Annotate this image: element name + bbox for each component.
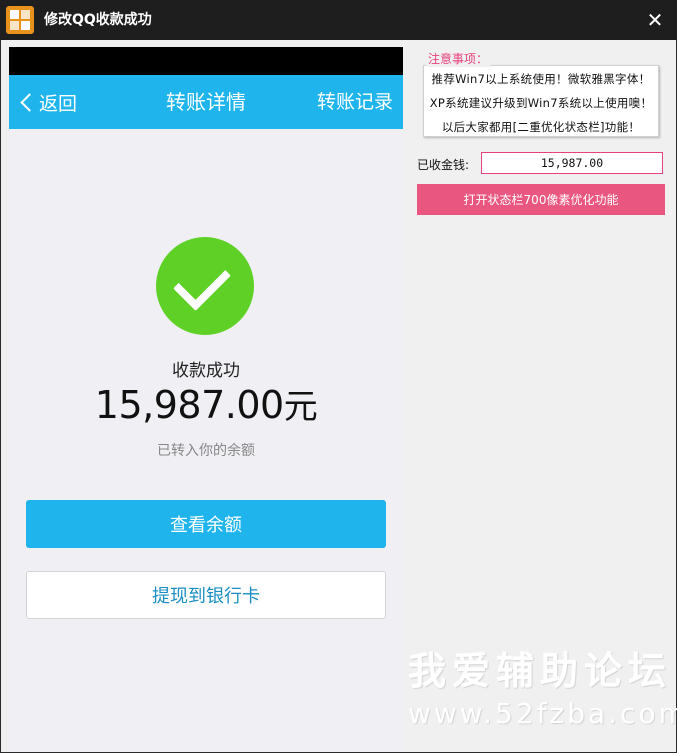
note-line: 以后大家都用[二重优化状态栏]功能！	[441, 120, 641, 134]
window-title: 修改QQ收款成功	[44, 12, 152, 28]
note-line: 推荐Win7以上系统使用！微软雅黑字体！	[431, 72, 651, 86]
phone-nav-bar: 返回 转账详情 转账记录	[9, 75, 403, 129]
amount-input[interactable]: 15,987.00	[481, 152, 663, 174]
notes-title: 注意事项：	[426, 50, 491, 67]
window-border-left	[0, 40, 1, 753]
amount-value: 15,987.00	[94, 383, 284, 427]
note-line: XP系统建议升级到Win7系统以上使用噢！	[429, 96, 653, 110]
statusbar-optimize-button[interactable]: 打开状态栏700像素优化功能	[417, 184, 665, 215]
close-button[interactable]: ✕	[641, 6, 669, 34]
balance-note: 已转入你的余额	[157, 443, 255, 459]
watermark-url: www.52fzba.com	[408, 697, 677, 730]
success-check-icon	[156, 237, 254, 335]
amount-field-label: 已收金钱:	[417, 158, 470, 172]
transfer-records-link[interactable]: 转账记录	[317, 87, 393, 117]
close-icon: ✕	[646, 8, 664, 32]
phone-preview: 返回 转账详情 转账记录 收款成功 15,987.00元 已转入你的余额 查看余…	[9, 47, 403, 751]
notes-box: 推荐Win7以上系统使用！微软雅黑字体！ XP系统建议升级到Win7系统以上使用…	[423, 65, 659, 137]
app-logo-icon	[6, 6, 34, 34]
view-balance-button[interactable]: 查看余额	[26, 500, 386, 548]
watermark-title: 我爱辅助论坛	[408, 649, 673, 693]
title-bar: 修改QQ收款成功 ✕	[0, 0, 677, 40]
received-amount: 15,987.00元	[9, 379, 403, 428]
phone-status-bar	[9, 47, 403, 75]
withdraw-to-bank-button[interactable]: 提现到银行卡	[26, 571, 386, 619]
success-label: 收款成功	[172, 361, 240, 381]
amount-unit: 元	[283, 387, 318, 427]
